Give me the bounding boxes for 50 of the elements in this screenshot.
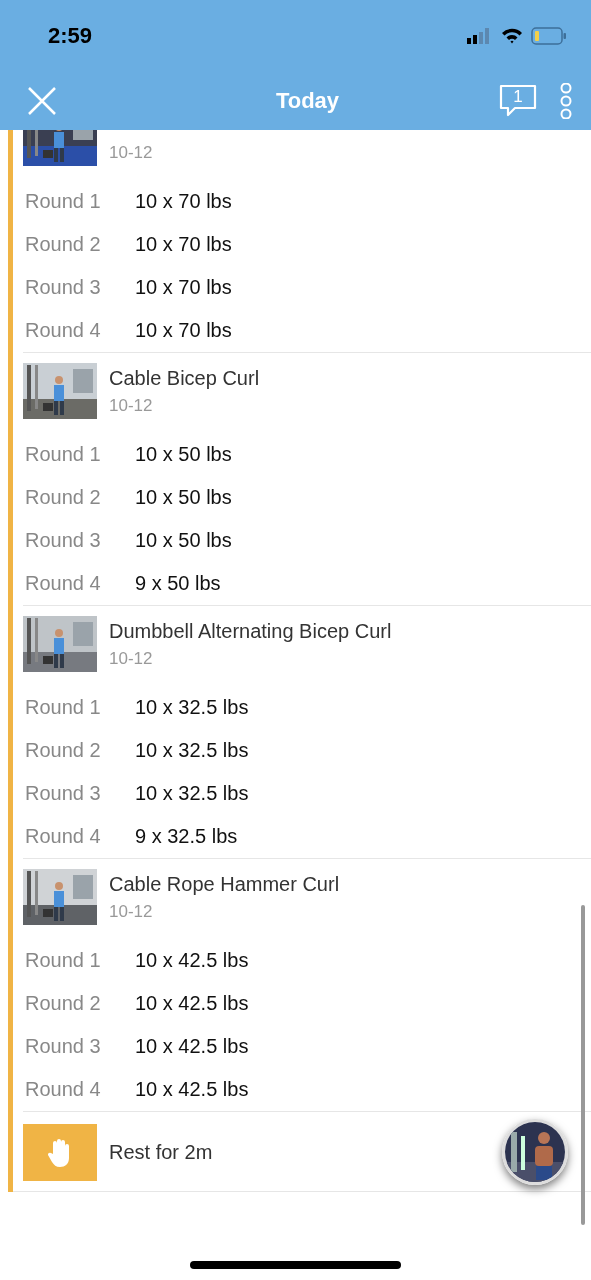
- round-label: Round 3: [24, 1035, 102, 1058]
- round-result: 10 x 42.5 lbs: [135, 1035, 249, 1058]
- round-result: 10 x 50 lbs: [135, 486, 232, 509]
- rep-range: 10-12: [109, 901, 154, 922]
- battery-icon: [531, 27, 567, 45]
- round-result: 10 x 32.5 lbs: [135, 696, 249, 719]
- status-time: 2:59: [48, 23, 93, 49]
- exercise-name: Dumbbell Alternating Bicep Curl: [109, 619, 392, 643]
- round-label: Round 2: [24, 233, 102, 256]
- rep-range: 10-12: [109, 395, 154, 416]
- exercise-name: Cable Rope Hammer Curl: [109, 872, 340, 896]
- close-icon[interactable]: [28, 87, 56, 115]
- round-result: 10 x 42.5 lbs: [135, 949, 249, 972]
- round-result: 10 x 32.5 lbs: [135, 782, 249, 805]
- exercise-name: Cable Bicep Curl: [109, 366, 260, 390]
- screen-title: Today: [274, 88, 341, 114]
- round-result: 10 x 42.5 lbs: [135, 1078, 249, 1101]
- round-label: Round 4: [24, 1078, 102, 1101]
- round-result: 9 x 50 lbs: [135, 572, 221, 595]
- round-result: 10 x 32.5 lbs: [135, 739, 249, 762]
- round-label: Round 3: [24, 276, 102, 299]
- rep-range: 10-12: [109, 142, 153, 163]
- round-result: 9 x 32.5 lbs: [135, 825, 238, 848]
- round-label: Round 3: [24, 529, 102, 552]
- round-label: Round 1: [24, 696, 102, 719]
- round-result: 10 x 50 lbs: [135, 443, 232, 466]
- exercise-header[interactable]: Dumbbell Alternating Bicep Curl 10-12: [23, 606, 591, 686]
- round-label: Round 1: [24, 949, 102, 972]
- round-label: Round 1: [24, 190, 102, 213]
- round-label: Round 4: [24, 572, 102, 595]
- round-label: Round 4: [24, 319, 102, 342]
- exercise-header[interactable]: Cable Bicep Curl 10-12: [23, 353, 591, 433]
- wifi-icon: [501, 28, 523, 44]
- exercise-header[interactable]: Cable Rope Hammer Curl 10-12: [23, 859, 591, 939]
- coach-avatar[interactable]: [502, 1119, 568, 1185]
- round-label: Round 3: [24, 782, 102, 805]
- rep-range: 10-12: [109, 648, 154, 669]
- more-icon[interactable]: [559, 83, 573, 119]
- round-label: Round 2: [24, 992, 102, 1015]
- round-result: 10 x 42.5 lbs: [135, 992, 249, 1015]
- round-result: 10 x 70 lbs: [135, 190, 232, 213]
- round-label: Round 2: [24, 486, 102, 509]
- round-result: 10 x 70 lbs: [135, 276, 232, 299]
- round-result: 10 x 50 lbs: [135, 529, 232, 552]
- rest-label: Rest for 2m: [109, 1141, 213, 1164]
- round-result: 10 x 70 lbs: [135, 319, 232, 342]
- round-label: Round 2: [24, 739, 102, 762]
- round-label: Round 4: [24, 825, 102, 848]
- round-label: Round 1: [24, 443, 102, 466]
- round-result: 10 x 70 lbs: [135, 233, 232, 256]
